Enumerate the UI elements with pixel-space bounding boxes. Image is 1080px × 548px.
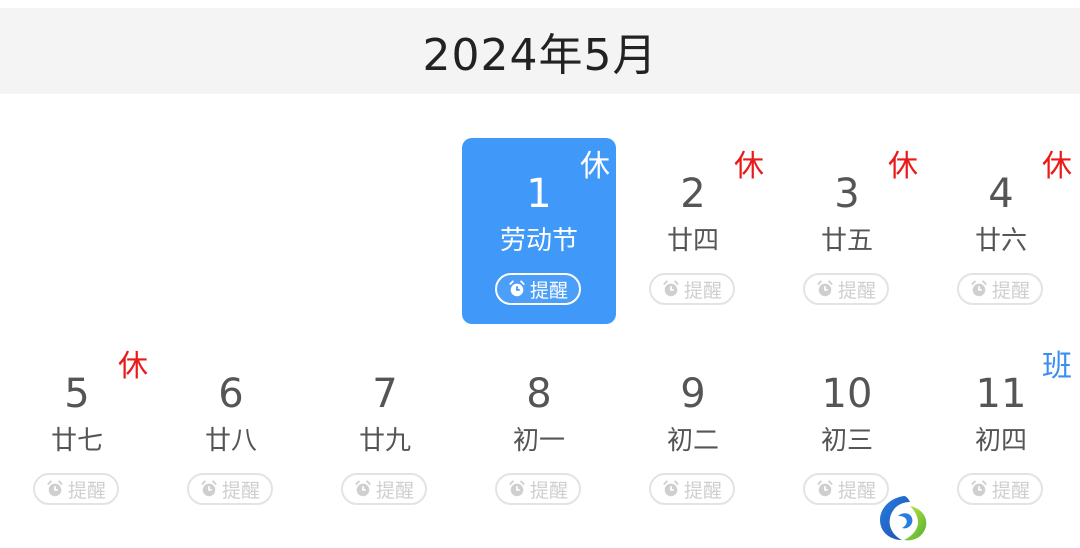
lunar-date: 廿八 <box>204 426 257 456</box>
day-number: 10 <box>821 371 873 417</box>
alarm-clock-icon <box>508 480 526 498</box>
reminder-button[interactable]: 提醒 <box>649 273 735 305</box>
day-number: 5 <box>64 371 90 417</box>
day-cell-7[interactable]: 7 廿九 提醒 <box>308 338 462 524</box>
day-number: 7 <box>372 371 398 417</box>
calendar-grid: 休 1 劳动节 提醒 休 2 廿四 提醒 休 3 廿五 提醒 休 4 廿六 提醒… <box>0 0 1080 548</box>
lunar-date: 初一 <box>512 426 565 456</box>
day-cell-5[interactable]: 休 5 廿七 提醒 <box>0 338 154 524</box>
reminder-label: 提醒 <box>683 479 722 502</box>
day-number: 1 <box>526 171 552 217</box>
reminder-label: 提醒 <box>529 479 568 502</box>
day-cell-6[interactable]: 6 廿八 提醒 <box>154 338 308 524</box>
logo-icon <box>876 492 932 544</box>
lunar-date: 廿四 <box>666 226 719 256</box>
alarm-clock-icon <box>200 480 218 498</box>
lunar-date: 劳动节 <box>499 226 578 256</box>
day-cell-4[interactable]: 休 4 廿六 提醒 <box>924 138 1078 324</box>
reminder-label: 提醒 <box>837 279 876 302</box>
day-number: 8 <box>526 371 552 417</box>
alarm-clock-icon <box>816 280 834 298</box>
day-cell-3[interactable]: 休 3 廿五 提醒 <box>770 138 924 324</box>
reminder-button[interactable]: 提醒 <box>649 473 735 505</box>
day-number: 6 <box>218 371 244 417</box>
day-cell-8[interactable]: 8 初一 提醒 <box>462 338 616 524</box>
reminder-label: 提醒 <box>529 279 568 302</box>
reminder-label: 提醒 <box>991 279 1030 302</box>
day-number: 4 <box>988 171 1014 217</box>
reminder-label: 提醒 <box>837 479 876 502</box>
reminder-button[interactable]: 提醒 <box>341 473 427 505</box>
day-cell-1[interactable]: 休 1 劳动节 提醒 <box>462 138 616 324</box>
alarm-clock-icon <box>662 480 680 498</box>
reminder-button[interactable]: 提醒 <box>495 273 581 305</box>
reminder-button[interactable]: 提醒 <box>803 273 889 305</box>
day-cell-2[interactable]: 休 2 廿四 提醒 <box>616 138 770 324</box>
reminder-button[interactable]: 提醒 <box>187 473 273 505</box>
reminder-label: 提醒 <box>221 479 260 502</box>
lunar-date: 初二 <box>666 426 719 456</box>
day-number: 2 <box>680 171 706 217</box>
reminder-button[interactable]: 提醒 <box>957 473 1043 505</box>
reminder-button[interactable]: 提醒 <box>957 273 1043 305</box>
alarm-clock-icon <box>662 280 680 298</box>
reminder-label: 提醒 <box>67 479 106 502</box>
lunar-date: 廿七 <box>50 426 103 456</box>
lunar-date: 廿六 <box>974 226 1027 256</box>
lunar-date: 廿九 <box>358 426 411 456</box>
alarm-clock-icon <box>970 280 988 298</box>
alarm-clock-icon <box>970 480 988 498</box>
day-number: 3 <box>834 171 860 217</box>
reminder-label: 提醒 <box>683 279 722 302</box>
alarm-clock-icon <box>508 280 526 298</box>
lunar-date: 廿五 <box>820 226 873 256</box>
day-number: 9 <box>680 371 706 417</box>
lunar-date: 初四 <box>974 426 1027 456</box>
alarm-clock-icon <box>354 480 372 498</box>
reminder-label: 提醒 <box>375 479 414 502</box>
day-number: 11 <box>975 371 1027 417</box>
calendar-page: 2024年5月 休 1 劳动节 提醒 休 2 廿四 提醒 休 3 廿五 提醒 休… <box>0 0 1080 548</box>
day-cell-11[interactable]: 班 11 初四 提醒 <box>924 338 1078 524</box>
reminder-button[interactable]: 提醒 <box>33 473 119 505</box>
reminder-button[interactable]: 提醒 <box>495 473 581 505</box>
alarm-clock-icon <box>46 480 64 498</box>
reminder-label: 提醒 <box>991 479 1030 502</box>
alarm-clock-icon <box>816 480 834 498</box>
day-cell-9[interactable]: 9 初二 提醒 <box>616 338 770 524</box>
lunar-date: 初三 <box>820 426 873 456</box>
